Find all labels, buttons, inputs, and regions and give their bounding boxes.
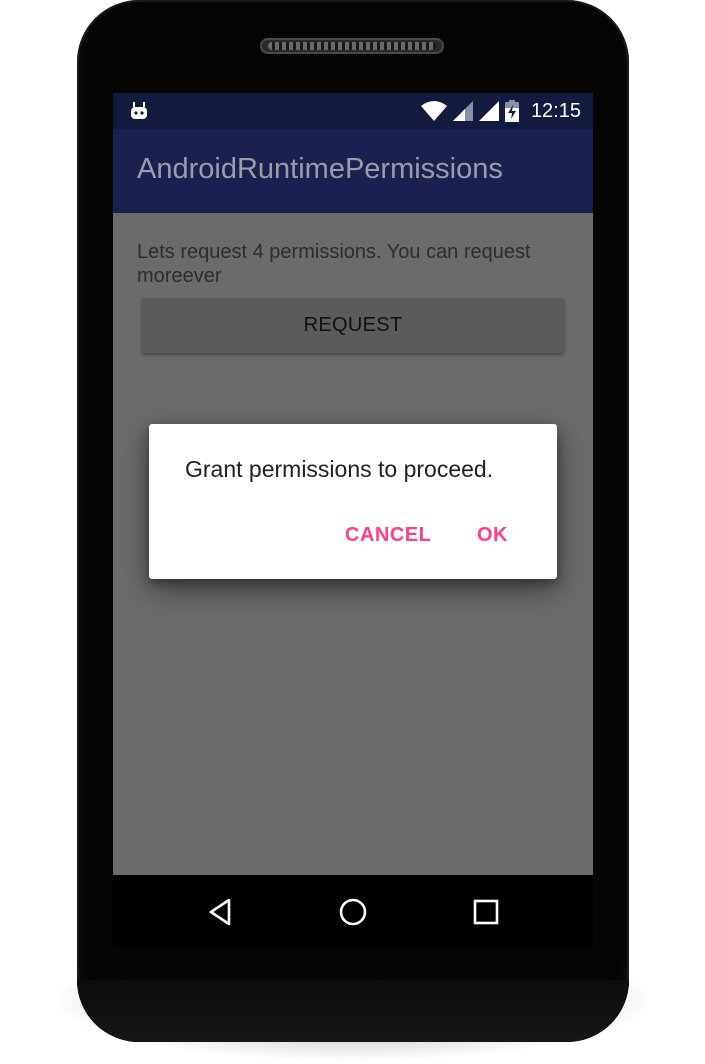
status-icons: 12:15 bbox=[420, 99, 581, 122]
navigation-bar bbox=[113, 875, 593, 947]
dialog-message: Grant permissions to proceed. bbox=[185, 456, 494, 482]
signal-icon bbox=[452, 101, 473, 121]
phone-frame: 12:15 AndroidRuntimePermissions Lets req… bbox=[77, 0, 629, 1042]
phone-screen: 12:15 AndroidRuntimePermissions Lets req… bbox=[113, 93, 593, 875]
back-icon[interactable] bbox=[205, 897, 235, 927]
cancel-button[interactable]: CANCEL bbox=[345, 524, 431, 547]
permission-dialog: Grant permissions to proceed. CANCEL OK bbox=[149, 424, 557, 579]
ok-button[interactable]: OK bbox=[477, 524, 508, 547]
earpiece-speaker bbox=[260, 38, 444, 54]
permissions-description: Lets request 4 permissions. You can requ… bbox=[137, 241, 531, 287]
status-time: 12:15 bbox=[530, 99, 581, 122]
recents-icon[interactable] bbox=[471, 897, 501, 927]
app-title: AndroidRuntimePermissions bbox=[137, 153, 503, 185]
device-mockup: 12:15 AndroidRuntimePermissions Lets req… bbox=[0, 0, 705, 1064]
android-notification-icon bbox=[131, 102, 147, 119]
speaker-grill bbox=[268, 42, 436, 50]
phone-chin bbox=[77, 980, 629, 1042]
battery-charging-icon bbox=[504, 100, 519, 122]
home-icon[interactable] bbox=[338, 897, 368, 927]
status-bar: 12:15 bbox=[113, 93, 593, 129]
signal-icon bbox=[478, 101, 499, 121]
wifi-icon bbox=[420, 101, 447, 121]
request-button[interactable]: REQUEST bbox=[142, 298, 564, 353]
app-toolbar: AndroidRuntimePermissions bbox=[113, 129, 593, 213]
